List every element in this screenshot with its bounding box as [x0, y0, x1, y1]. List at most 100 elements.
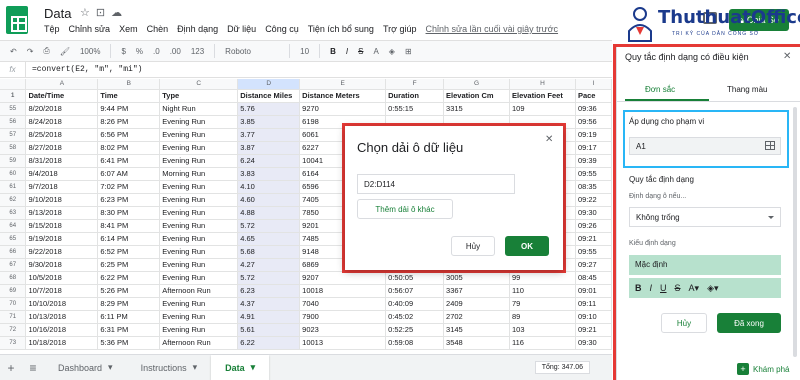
- table-cell[interactable]: 10018: [299, 284, 387, 298]
- table-cell[interactable]: 10/13/2018: [25, 310, 99, 324]
- table-cell[interactable]: Night Run: [159, 102, 239, 116]
- table-cell[interactable]: 6.22: [237, 336, 301, 350]
- bold-button[interactable]: B: [635, 283, 642, 293]
- all-sheets-icon[interactable]: ≡: [22, 361, 44, 375]
- table-cell[interactable]: 9/7/2018: [25, 180, 99, 194]
- range-input[interactable]: [357, 174, 515, 194]
- table-cell[interactable]: 08:35: [575, 180, 612, 194]
- close-icon[interactable]: ✕: [545, 134, 553, 145]
- table-cell[interactable]: 09:21: [575, 323, 612, 337]
- apply-range-input[interactable]: A1: [629, 137, 781, 155]
- menu-tools[interactable]: Công cụ: [265, 24, 299, 34]
- table-cell[interactable]: Evening Run: [159, 258, 239, 272]
- table-cell[interactable]: 8:26 PM: [97, 115, 161, 129]
- table-cell[interactable]: 8:41 PM: [97, 219, 161, 233]
- header-cell[interactable]: Distance Miles: [237, 89, 301, 103]
- table-cell[interactable]: 10013: [299, 336, 387, 350]
- table-cell[interactable]: 4.10: [237, 180, 301, 194]
- row-number[interactable]: 1: [0, 89, 27, 103]
- table-cell[interactable]: 8/20/2018: [25, 102, 99, 116]
- row-number[interactable]: 57: [0, 128, 27, 142]
- table-cell[interactable]: 7040: [299, 297, 387, 311]
- ok-button[interactable]: OK: [505, 236, 549, 256]
- table-cell[interactable]: 3548: [443, 336, 510, 350]
- header-cell[interactable]: Pace: [575, 89, 612, 103]
- table-cell[interactable]: 3.77: [237, 128, 301, 142]
- table-cell[interactable]: Evening Run: [159, 193, 239, 207]
- menu-addons[interactable]: Tiện ích bổ sung: [308, 24, 374, 34]
- paint-format-icon[interactable]: 🖌︎: [60, 47, 70, 56]
- cloud-status-icon[interactable]: ☁: [111, 7, 128, 19]
- table-cell[interactable]: Morning Run: [159, 167, 239, 181]
- borders-icon[interactable]: ⊞: [405, 47, 412, 56]
- table-cell[interactable]: 4.60: [237, 193, 301, 207]
- table-cell[interactable]: 08:45: [575, 271, 612, 285]
- last-edit-link[interactable]: Chỉnh sửa lần cuối vài giây trước: [426, 24, 559, 34]
- table-cell[interactable]: 9270: [299, 102, 387, 116]
- table-cell[interactable]: 09:01: [575, 284, 612, 298]
- table-cell[interactable]: 8/31/2018: [25, 154, 99, 168]
- header-cell[interactable]: Elevation Feet: [509, 89, 576, 103]
- column-header[interactable]: D: [237, 79, 301, 90]
- table-cell[interactable]: 6:25 PM: [97, 258, 161, 272]
- menu-view[interactable]: Xem: [119, 24, 138, 34]
- add-sheet-icon[interactable]: +: [0, 361, 22, 375]
- table-cell[interactable]: 8:02 PM: [97, 141, 161, 155]
- table-cell[interactable]: 4.88: [237, 206, 301, 220]
- table-cell[interactable]: 09:11: [575, 297, 612, 311]
- table-cell[interactable]: Evening Run: [159, 180, 239, 194]
- table-cell[interactable]: 8/27/2018: [25, 141, 99, 155]
- table-cell[interactable]: Evening Run: [159, 219, 239, 233]
- table-cell[interactable]: Afternoon Run: [159, 336, 239, 350]
- table-cell[interactable]: 9/30/2018: [25, 258, 99, 272]
- column-header[interactable]: I: [575, 79, 612, 90]
- table-cell[interactable]: 2702: [443, 310, 510, 324]
- table-cell[interactable]: 0:55:15: [385, 102, 445, 116]
- table-cell[interactable]: 8:29 PM: [97, 297, 161, 311]
- star-icon[interactable]: ☆: [80, 7, 96, 19]
- undo-icon[interactable]: ↶: [10, 47, 17, 56]
- table-cell[interactable]: Afternoon Run: [159, 284, 239, 298]
- table-cell[interactable]: 3315: [443, 102, 510, 116]
- decrease-decimal-button[interactable]: .0: [153, 47, 160, 56]
- table-cell[interactable]: 4.65: [237, 232, 301, 246]
- table-cell[interactable]: 110: [509, 284, 576, 298]
- row-number[interactable]: 58: [0, 141, 27, 155]
- table-cell[interactable]: 09:26: [575, 219, 612, 233]
- table-cell[interactable]: 6:52 PM: [97, 245, 161, 259]
- table-cell[interactable]: 09:22: [575, 193, 612, 207]
- row-number[interactable]: 66: [0, 245, 27, 259]
- column-header[interactable]: A: [25, 79, 99, 90]
- table-cell[interactable]: 10/10/2018: [25, 297, 99, 311]
- text-color-icon[interactable]: A▾: [689, 283, 700, 294]
- row-number[interactable]: 69: [0, 284, 27, 298]
- text-color-icon[interactable]: A: [373, 47, 378, 56]
- done-button[interactable]: Đã xong: [717, 313, 781, 333]
- row-number[interactable]: 73: [0, 336, 27, 350]
- table-cell[interactable]: 4.37: [237, 297, 301, 311]
- table-cell[interactable]: 6:14 PM: [97, 232, 161, 246]
- chevron-down-icon[interactable]: ▾: [251, 362, 256, 373]
- table-cell[interactable]: Evening Run: [159, 232, 239, 246]
- menu-data[interactable]: Dữ liệu: [227, 24, 256, 34]
- table-cell[interactable]: 5.72: [237, 219, 301, 233]
- table-cell[interactable]: 09:27: [575, 258, 612, 272]
- table-cell[interactable]: 10/16/2018: [25, 323, 99, 337]
- font-size-select[interactable]: 10: [300, 47, 309, 56]
- row-number[interactable]: 62: [0, 193, 27, 207]
- table-cell[interactable]: Evening Run: [159, 323, 239, 337]
- table-cell[interactable]: Evening Run: [159, 154, 239, 168]
- table-cell[interactable]: 103: [509, 323, 576, 337]
- row-number[interactable]: 65: [0, 232, 27, 246]
- tab-single-color[interactable]: Đơn sắc: [645, 85, 675, 94]
- table-cell[interactable]: 8/25/2018: [25, 128, 99, 142]
- menu-edit[interactable]: Chỉnh sửa: [69, 24, 111, 34]
- table-cell[interactable]: 6.24: [237, 154, 301, 168]
- cancel-button[interactable]: Hủy: [451, 236, 495, 256]
- sheet-tab-instructions[interactable]: Instructions ▾: [127, 355, 212, 380]
- row-number[interactable]: 71: [0, 310, 27, 324]
- percent-button[interactable]: %: [136, 47, 143, 56]
- table-cell[interactable]: 79: [509, 297, 576, 311]
- table-cell[interactable]: 9/4/2018: [25, 167, 99, 181]
- row-number[interactable]: 67: [0, 258, 27, 272]
